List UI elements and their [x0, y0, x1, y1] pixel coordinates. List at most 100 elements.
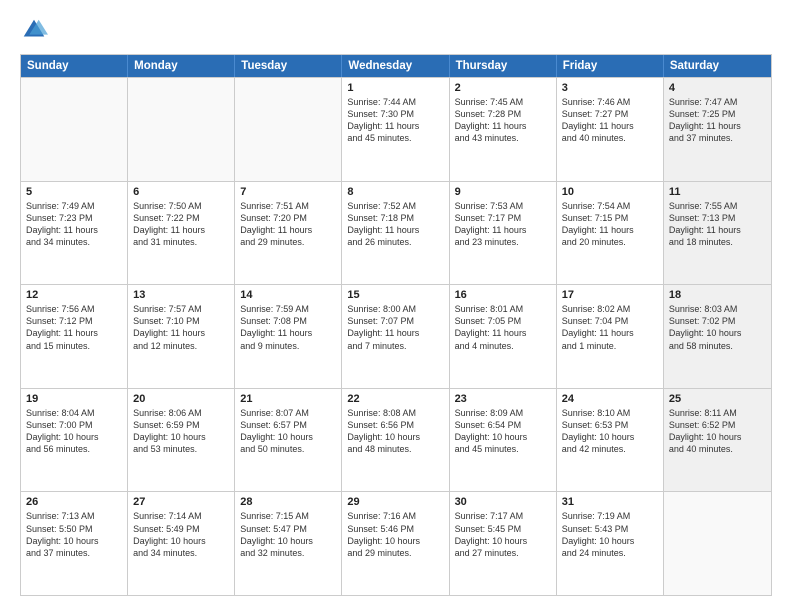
calendar-header-cell: Monday [128, 55, 235, 77]
calendar-cell: 10 Sunrise: 7:54 AM Sunset: 7:15 PM Dayli… [557, 182, 664, 285]
day-number: 8 [347, 186, 443, 198]
calendar-cell: 16Sunrise: 8:01 AM Sunset: 7:05 PM Dayli… [450, 285, 557, 388]
calendar-cell: 24 Sunrise: 8:10 AM Sunset: 6:53 PM Dayli… [557, 389, 664, 492]
calendar-cell [128, 78, 235, 181]
calendar-row: 12 Sunrise: 7:56 AM Sunset: 7:12 PM Dayli… [21, 284, 771, 388]
calendar-header-cell: Saturday [664, 55, 771, 77]
cell-text: Sunrise: 7:16 AM Sunset: 5:46 PM Dayligh… [347, 510, 443, 559]
day-number: 10 [562, 186, 658, 198]
calendar-cell: 20 Sunrise: 8:06 AM Sunset: 6:59 PM Dayli… [128, 389, 235, 492]
calendar-cell: 28Sunrise: 7:15 AM Sunset: 5:47 PM Dayli… [235, 492, 342, 595]
logo [20, 16, 52, 44]
calendar-cell: 26 Sunrise: 7:13 AM Sunset: 5:50 PM Dayli… [21, 492, 128, 595]
calendar: SundayMondayTuesdayWednesdayThursdayFrid… [20, 54, 772, 596]
calendar-cell: 9 Sunrise: 7:53 AM Sunset: 7:17 PM Daylig… [450, 182, 557, 285]
calendar-cell: 22 Sunrise: 8:08 AM Sunset: 6:56 PM Dayli… [342, 389, 449, 492]
calendar-row: 19 Sunrise: 8:04 AM Sunset: 7:00 PM Dayli… [21, 388, 771, 492]
day-number: 12 [26, 289, 122, 301]
calendar-cell: 18Sunrise: 8:03 AM Sunset: 7:02 PM Dayli… [664, 285, 771, 388]
cell-text: Sunrise: 8:06 AM Sunset: 6:59 PM Dayligh… [133, 407, 229, 456]
day-number: 14 [240, 289, 336, 301]
calendar-header-cell: Friday [557, 55, 664, 77]
cell-text: Sunrise: 7:17 AM Sunset: 5:45 PM Dayligh… [455, 510, 551, 559]
day-number: 9 [455, 186, 551, 198]
day-number: 11 [669, 186, 766, 198]
calendar-header-cell: Wednesday [342, 55, 449, 77]
calendar-cell: 12 Sunrise: 7:56 AM Sunset: 7:12 PM Dayli… [21, 285, 128, 388]
calendar-cell: 21 Sunrise: 8:07 AM Sunset: 6:57 PM Dayli… [235, 389, 342, 492]
day-number: 1 [347, 82, 443, 94]
cell-text: Sunrise: 7:55 AM Sunset: 7:13 PM Dayligh… [669, 200, 766, 249]
day-number: 7 [240, 186, 336, 198]
day-number: 19 [26, 393, 122, 405]
cell-text: Sunrise: 7:59 AM Sunset: 7:08 PM Dayligh… [240, 303, 336, 352]
page: SundayMondayTuesdayWednesdayThursdayFrid… [0, 0, 792, 612]
calendar-cell: 2Sunrise: 7:45 AM Sunset: 7:28 PM Daylig… [450, 78, 557, 181]
cell-text: Sunrise: 7:54 AM Sunset: 7:15 PM Dayligh… [562, 200, 658, 249]
day-number: 25 [669, 393, 766, 405]
cell-text: Sunrise: 7:46 AM Sunset: 7:27 PM Dayligh… [562, 96, 658, 145]
calendar-cell: 8 Sunrise: 7:52 AM Sunset: 7:18 PM Daylig… [342, 182, 449, 285]
cell-text: Sunrise: 7:47 AM Sunset: 7:25 PM Dayligh… [669, 96, 766, 145]
calendar-cell: 19 Sunrise: 8:04 AM Sunset: 7:00 PM Dayli… [21, 389, 128, 492]
day-number: 20 [133, 393, 229, 405]
calendar-cell: 23 Sunrise: 8:09 AM Sunset: 6:54 PM Dayli… [450, 389, 557, 492]
day-number: 30 [455, 496, 551, 508]
calendar-cell: 15 Sunrise: 8:00 AM Sunset: 7:07 PM Dayli… [342, 285, 449, 388]
cell-text: Sunrise: 7:52 AM Sunset: 7:18 PM Dayligh… [347, 200, 443, 249]
cell-text: Sunrise: 8:09 AM Sunset: 6:54 PM Dayligh… [455, 407, 551, 456]
day-number: 6 [133, 186, 229, 198]
cell-text: Sunrise: 8:11 AM Sunset: 6:52 PM Dayligh… [669, 407, 766, 456]
cell-text: Sunrise: 7:56 AM Sunset: 7:12 PM Dayligh… [26, 303, 122, 352]
calendar-row: 5 Sunrise: 7:49 AM Sunset: 7:23 PM Daylig… [21, 181, 771, 285]
day-number: 27 [133, 496, 229, 508]
cell-text: Sunrise: 8:10 AM Sunset: 6:53 PM Dayligh… [562, 407, 658, 456]
day-number: 2 [455, 82, 551, 94]
calendar-body: 1 Sunrise: 7:44 AM Sunset: 7:30 PM Daylig… [21, 77, 771, 595]
calendar-header-cell: Sunday [21, 55, 128, 77]
calendar-cell: 6 Sunrise: 7:50 AM Sunset: 7:22 PM Daylig… [128, 182, 235, 285]
calendar-cell [235, 78, 342, 181]
calendar-cell: 31 Sunrise: 7:19 AM Sunset: 5:43 PM Dayli… [557, 492, 664, 595]
calendar-row: 1 Sunrise: 7:44 AM Sunset: 7:30 PM Daylig… [21, 77, 771, 181]
cell-text: Sunrise: 8:01 AM Sunset: 7:05 PM Dayligh… [455, 303, 551, 352]
day-number: 15 [347, 289, 443, 301]
day-number: 5 [26, 186, 122, 198]
day-number: 24 [562, 393, 658, 405]
calendar-header-cell: Thursday [450, 55, 557, 77]
cell-text: Sunrise: 8:04 AM Sunset: 7:00 PM Dayligh… [26, 407, 122, 456]
cell-text: Sunrise: 7:15 AM Sunset: 5:47 PM Dayligh… [240, 510, 336, 559]
logo-icon [20, 16, 48, 44]
calendar-cell: 25 Sunrise: 8:11 AM Sunset: 6:52 PM Dayli… [664, 389, 771, 492]
cell-text: Sunrise: 8:08 AM Sunset: 6:56 PM Dayligh… [347, 407, 443, 456]
calendar-cell: 7 Sunrise: 7:51 AM Sunset: 7:20 PM Daylig… [235, 182, 342, 285]
cell-text: Sunrise: 7:53 AM Sunset: 7:17 PM Dayligh… [455, 200, 551, 249]
day-number: 21 [240, 393, 336, 405]
cell-text: Sunrise: 8:07 AM Sunset: 6:57 PM Dayligh… [240, 407, 336, 456]
cell-text: Sunrise: 7:14 AM Sunset: 5:49 PM Dayligh… [133, 510, 229, 559]
cell-text: Sunrise: 7:57 AM Sunset: 7:10 PM Dayligh… [133, 303, 229, 352]
day-number: 23 [455, 393, 551, 405]
cell-text: Sunrise: 7:13 AM Sunset: 5:50 PM Dayligh… [26, 510, 122, 559]
cell-text: Sunrise: 7:44 AM Sunset: 7:30 PM Dayligh… [347, 96, 443, 145]
day-number: 3 [562, 82, 658, 94]
cell-text: Sunrise: 8:02 AM Sunset: 7:04 PM Dayligh… [562, 303, 658, 352]
calendar-cell: 30 Sunrise: 7:17 AM Sunset: 5:45 PM Dayli… [450, 492, 557, 595]
cell-text: Sunrise: 7:50 AM Sunset: 7:22 PM Dayligh… [133, 200, 229, 249]
calendar-cell: 29Sunrise: 7:16 AM Sunset: 5:46 PM Dayli… [342, 492, 449, 595]
day-number: 18 [669, 289, 766, 301]
calendar-cell: 5 Sunrise: 7:49 AM Sunset: 7:23 PM Daylig… [21, 182, 128, 285]
cell-text: Sunrise: 8:00 AM Sunset: 7:07 PM Dayligh… [347, 303, 443, 352]
calendar-cell: 4Sunrise: 7:47 AM Sunset: 7:25 PM Daylig… [664, 78, 771, 181]
day-number: 31 [562, 496, 658, 508]
cell-text: Sunrise: 7:49 AM Sunset: 7:23 PM Dayligh… [26, 200, 122, 249]
day-number: 22 [347, 393, 443, 405]
cell-text: Sunrise: 7:19 AM Sunset: 5:43 PM Dayligh… [562, 510, 658, 559]
calendar-cell: 11 Sunrise: 7:55 AM Sunset: 7:13 PM Dayli… [664, 182, 771, 285]
calendar-cell: 3 Sunrise: 7:46 AM Sunset: 7:27 PM Daylig… [557, 78, 664, 181]
cell-text: Sunrise: 7:51 AM Sunset: 7:20 PM Dayligh… [240, 200, 336, 249]
header [20, 16, 772, 44]
day-number: 17 [562, 289, 658, 301]
day-number: 26 [26, 496, 122, 508]
calendar-cell [664, 492, 771, 595]
